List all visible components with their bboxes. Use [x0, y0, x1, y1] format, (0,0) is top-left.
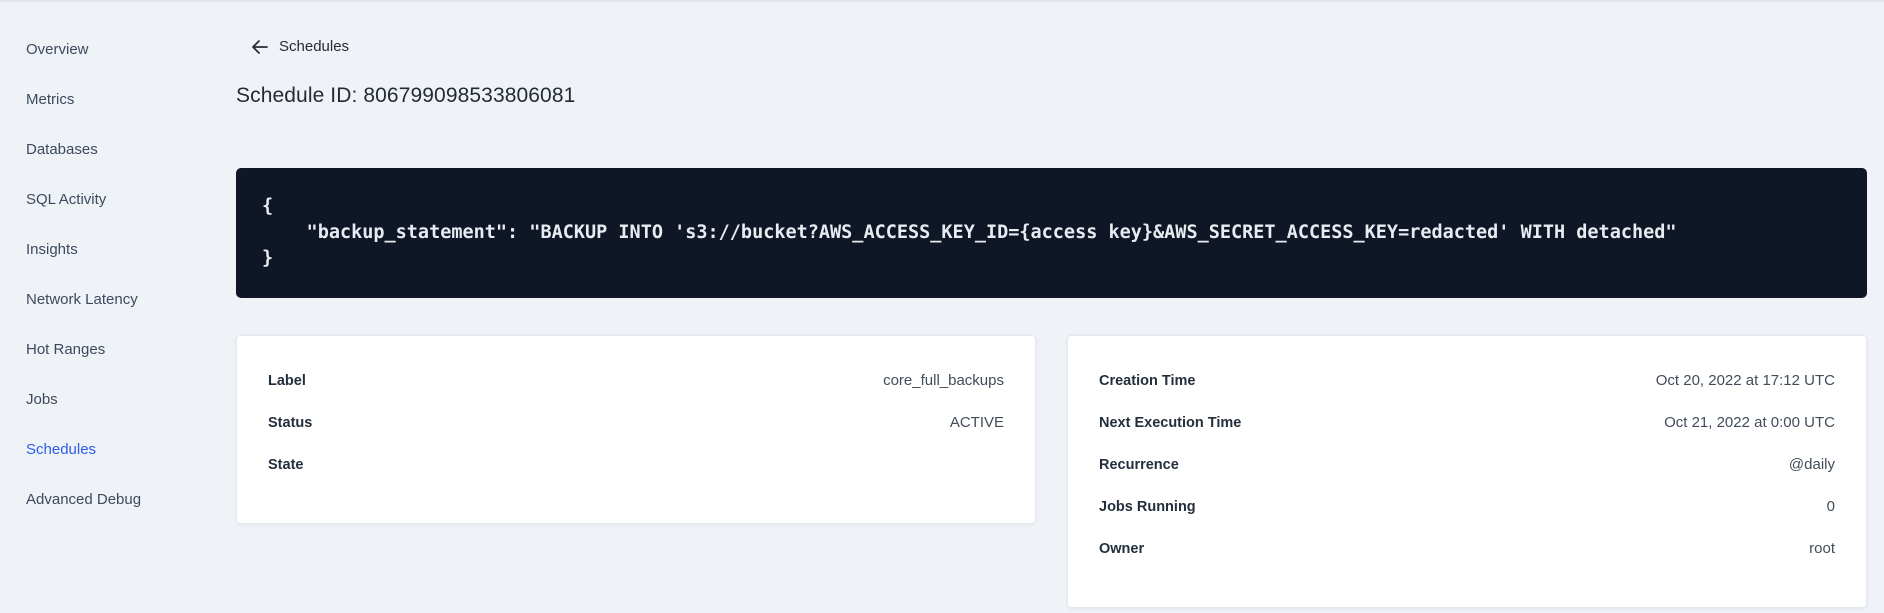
row-jobs-running: Jobs Running 0: [1099, 486, 1835, 528]
row-status-key: Status: [268, 414, 313, 431]
sidebar-item-overview[interactable]: Overview: [0, 24, 236, 74]
sidebar-item-hot-ranges[interactable]: Hot Ranges: [0, 324, 236, 374]
back-link-label: Schedules: [279, 38, 350, 55]
row-status: Status ACTIVE: [268, 402, 1004, 444]
row-next-execution-time-key: Next Execution Time: [1099, 414, 1242, 431]
row-creation-time-value: Oct 20, 2022 at 17:12 UTC: [1655, 372, 1835, 389]
sidebar-item-sql-activity[interactable]: SQL Activity: [0, 174, 236, 224]
schedule-timing-card: Creation Time Oct 20, 2022 at 17:12 UTC …: [1067, 334, 1867, 608]
back-to-schedules-link[interactable]: Schedules: [251, 38, 349, 55]
row-recurrence-value: @daily: [1788, 456, 1835, 473]
row-owner-key: Owner: [1099, 540, 1145, 557]
row-jobs-running-value: 0: [1826, 498, 1835, 515]
row-next-execution-time: Next Execution Time Oct 21, 2022 at 0:00…: [1099, 402, 1835, 444]
row-creation-time-key: Creation Time: [1099, 372, 1196, 389]
row-state: State: [268, 444, 1004, 486]
row-label-value: core_full_backups: [883, 372, 1004, 389]
detail-cards: Label core_full_backups Status ACTIVE St…: [236, 334, 1867, 608]
code-line: }: [262, 247, 274, 269]
row-label: Label core_full_backups: [268, 360, 1004, 402]
schedule-details-page: Overview Metrics Databases SQL Activity …: [0, 0, 1884, 613]
row-recurrence: Recurrence @daily: [1099, 444, 1835, 486]
page-title: Schedule ID: 806799098533806081: [236, 83, 576, 107]
main-content: Schedules Schedule ID: 80679909853380608…: [236, 2, 1884, 613]
row-creation-time: Creation Time Oct 20, 2022 at 17:12 UTC: [1099, 360, 1835, 402]
row-recurrence-key: Recurrence: [1099, 456, 1179, 473]
row-jobs-running-key: Jobs Running: [1099, 498, 1196, 515]
sidebar-item-schedules[interactable]: Schedules: [0, 424, 236, 474]
sidebar-item-databases[interactable]: Databases: [0, 124, 236, 174]
sidebar-item-metrics[interactable]: Metrics: [0, 74, 236, 124]
row-label-key: Label: [268, 372, 306, 389]
row-state-key: State: [268, 456, 304, 473]
sidebar-item-insights[interactable]: Insights: [0, 224, 236, 274]
sidebar-item-network-latency[interactable]: Network Latency: [0, 274, 236, 324]
row-owner-value: root: [1809, 540, 1835, 557]
sidebar-item-advanced-debug[interactable]: Advanced Debug: [0, 474, 236, 524]
sidebar-item-jobs[interactable]: Jobs: [0, 374, 236, 424]
schedule-definition-code-block: { "backup_statement": "BACKUP INTO 's3:/…: [236, 167, 1867, 298]
row-next-execution-time-value: Oct 21, 2022 at 0:00 UTC: [1664, 414, 1835, 431]
arrow-left-icon: [251, 39, 268, 54]
row-owner: Owner root: [1099, 528, 1835, 570]
code-line: {: [262, 195, 274, 217]
row-status-value: ACTIVE: [949, 414, 1004, 431]
schedule-summary-card: Label core_full_backups Status ACTIVE St…: [236, 334, 1036, 524]
sidebar: Overview Metrics Databases SQL Activity …: [0, 2, 236, 613]
code-line: "backup_statement": "BACKUP INTO 's3://b…: [262, 221, 1677, 243]
